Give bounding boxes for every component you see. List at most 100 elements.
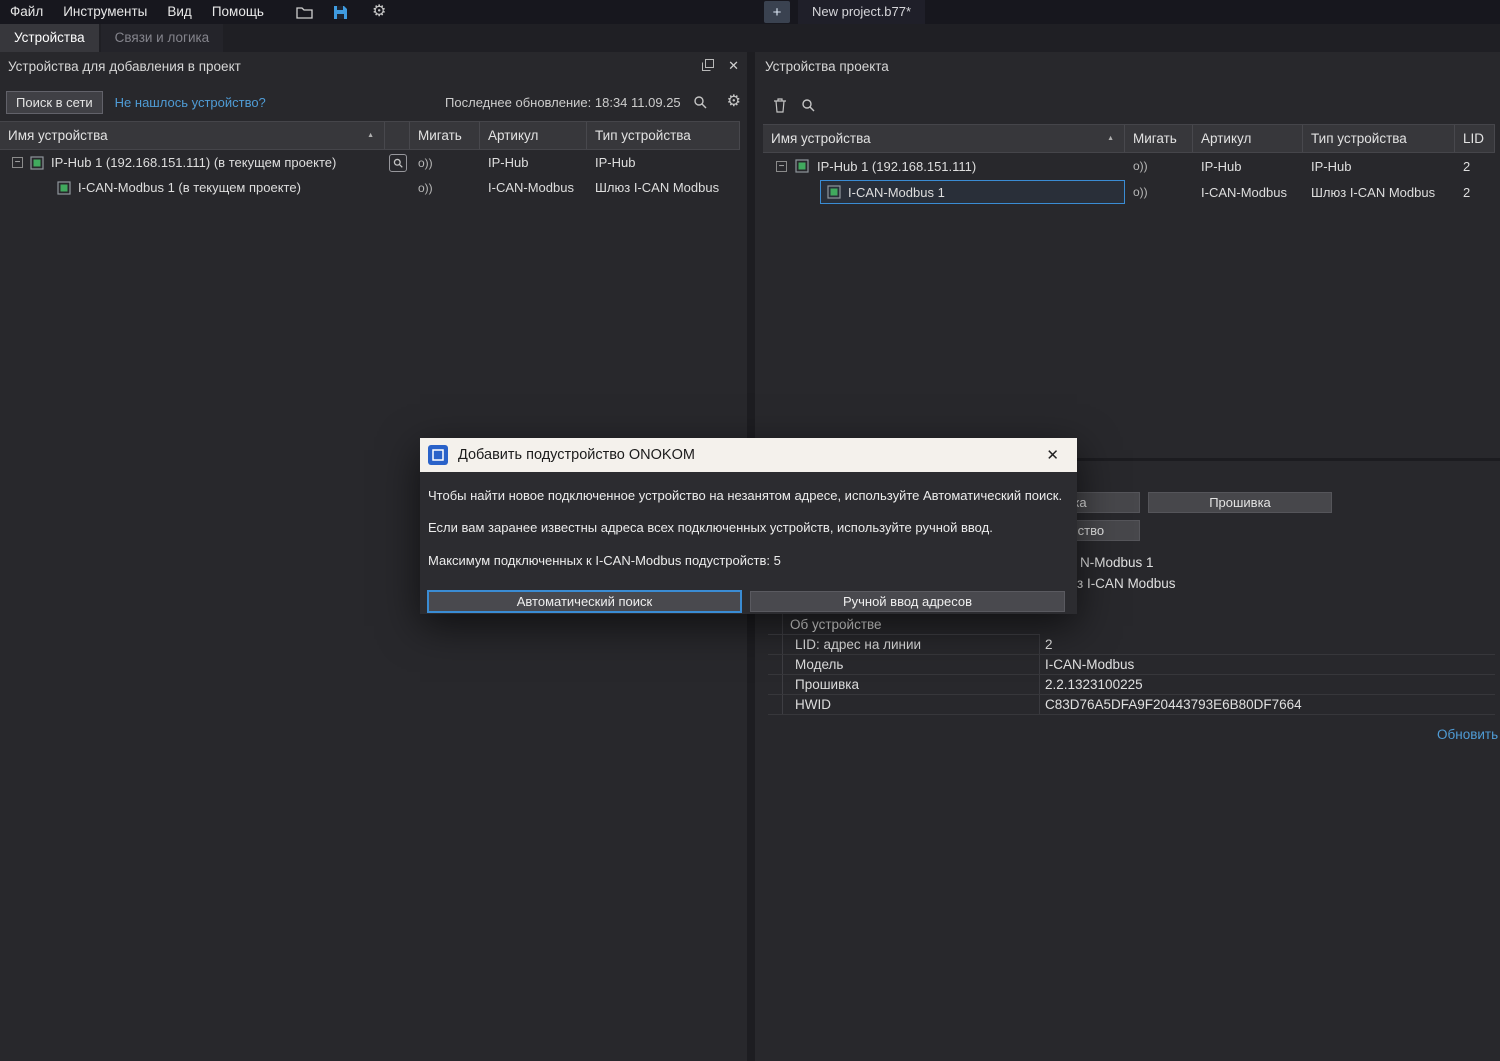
save-icon[interactable] [333, 5, 348, 20]
table-row[interactable]: I-CAN-Modbus 1 (в текущем проекте) о)) I… [0, 175, 740, 200]
dialog-body: Чтобы найти новое подключенное устройств… [420, 472, 1077, 614]
devices-to-add-table: Имя устройства ▲ Мигать Артикул Тип устр… [0, 121, 740, 200]
device-type: Шлюз I-CAN Modbus [595, 180, 719, 195]
property-value: C83D76A5DFA9F20443793E6B80DF7664 [1040, 695, 1495, 714]
table-row[interactable]: − IP-Hub 1 (192.168.151.111) (в текущем … [0, 150, 740, 175]
sort-asc-icon: ▲ [1107, 135, 1114, 142]
project-tab[interactable]: New project.b77* [798, 0, 925, 24]
refresh-link[interactable]: Обновить [1437, 727, 1498, 742]
device-icon [827, 185, 841, 199]
search-icon[interactable] [801, 98, 815, 112]
column-header-lid[interactable]: LID [1455, 125, 1495, 152]
add-subdevice-dialog: Добавить подустройство ONOKOM ✕ Чтобы на… [420, 438, 1077, 614]
open-folder-icon[interactable] [296, 6, 313, 19]
close-panel-icon[interactable]: ✕ [728, 58, 739, 74]
last-update-text: Последнее обновление: 18:34 11.09.25 [445, 95, 681, 110]
firmware-button[interactable]: Прошивка [1148, 492, 1332, 513]
property-row: Модель I-CAN-Modbus [768, 655, 1495, 675]
device-article: IP-Hub [488, 155, 528, 170]
delete-device-icon[interactable] [773, 98, 787, 113]
selected-device-name-text: N-Modbus 1 [1080, 555, 1154, 570]
dialog-text-line: Чтобы найти новое подключенное устройств… [428, 488, 1062, 503]
column-header-type[interactable]: Тип устройства [1303, 125, 1455, 152]
column-header-name[interactable]: Имя устройства ▲ [0, 122, 385, 149]
table-settings-gear-icon[interactable]: ⚙ [727, 94, 741, 110]
device-lid: 2 [1463, 159, 1470, 174]
table-row[interactable]: − IP-Hub 1 (192.168.151.111) о)) IP-Hub … [763, 153, 1495, 179]
menu-tools[interactable]: Инструменты [53, 0, 157, 24]
blink-icon[interactable]: о)) [1133, 159, 1148, 173]
dialog-title-bar[interactable]: Добавить подустройство ONOKOM ✕ [420, 438, 1077, 472]
device-article: I-CAN-Modbus [1201, 185, 1287, 200]
search-icon[interactable] [693, 95, 707, 109]
dialog-text-line: Максимум подключенных к I-CAN-Modbus под… [428, 553, 781, 568]
left-panel-header: Устройства для добавления в проект ✕ [0, 52, 747, 80]
property-label: LID: адрес на линии [768, 635, 1040, 654]
app-logo-icon [428, 445, 448, 465]
column-header-name-label: Имя устройства [8, 128, 108, 143]
menu-bar: Файл Инструменты Вид Помощь ⚙ + New proj… [0, 0, 1500, 24]
column-header-type-label: Тип устройства [595, 128, 691, 143]
column-header-article-label: Артикул [1201, 131, 1251, 146]
right-panel-title: Устройства проекта [765, 59, 889, 74]
menu-view[interactable]: Вид [157, 0, 201, 24]
device-not-found-link[interactable]: Не нашлось устройство? [115, 95, 266, 110]
property-value: I-CAN-Modbus [1040, 655, 1495, 674]
property-row: LID: адрес на линии 2 [768, 635, 1495, 655]
column-header-article-label: Артикул [488, 128, 538, 143]
collapse-expander-icon[interactable]: − [776, 161, 787, 172]
device-name: IP-Hub 1 (192.168.151.111) [817, 159, 976, 174]
property-value: 2.2.1323100225 [1040, 675, 1495, 694]
menu-help[interactable]: Помощь [202, 0, 274, 24]
device-type: IP-Hub [595, 155, 635, 170]
device-article: I-CAN-Modbus [488, 180, 574, 195]
collapse-expander-icon[interactable]: − [12, 157, 23, 168]
dialog-close-icon[interactable]: ✕ [1036, 446, 1069, 464]
auto-search-button[interactable]: Автоматический поиск [428, 591, 741, 612]
property-label: Модель [768, 655, 1040, 674]
column-header-blink[interactable]: Мигать [410, 122, 480, 149]
device-icon [30, 156, 44, 170]
column-header-article[interactable]: Артикул [480, 122, 587, 149]
column-header-article[interactable]: Артикул [1193, 125, 1303, 152]
column-header-type-label: Тип устройства [1311, 131, 1407, 146]
left-panel-title: Устройства для добавления в проект [8, 59, 241, 74]
property-row: Прошивка 2.2.1323100225 [768, 675, 1495, 695]
about-device-header[interactable]: Об устройстве [768, 613, 1040, 635]
float-panel-icon[interactable] [702, 59, 714, 74]
blink-icon[interactable]: о)) [418, 181, 433, 195]
settings-gear-icon[interactable]: ⚙ [372, 4, 386, 20]
project-devices-table: Имя устройства ▲ Мигать Артикул Тип устр… [763, 124, 1495, 205]
column-header-type[interactable]: Тип устройства [587, 122, 740, 149]
dialog-title: Добавить подустройство ONOKOM [458, 447, 695, 463]
column-header-actions[interactable] [385, 122, 410, 149]
device-name: I-CAN-Modbus 1 [848, 185, 945, 200]
left-panel-toolbar: Поиск в сети Не нашлось устройство? Посл… [0, 88, 747, 116]
selected-device-type-text: з I-CAN Modbus [1077, 576, 1175, 591]
manual-address-input-button[interactable]: Ручной ввод адресов [750, 591, 1065, 612]
network-search-button[interactable]: Поиск в сети [6, 91, 103, 114]
device-icon [795, 159, 809, 173]
blink-icon[interactable]: о)) [1133, 185, 1148, 199]
sort-asc-icon: ▲ [367, 132, 374, 139]
identify-device-icon[interactable] [389, 154, 407, 172]
selected-device-box[interactable]: I-CAN-Modbus 1 [820, 180, 1125, 204]
add-project-tab-button[interactable]: + [764, 1, 790, 23]
right-panel-toolbar [755, 90, 1500, 120]
device-name: IP-Hub 1 (192.168.151.111) (в текущем пр… [51, 155, 336, 170]
column-header-name-label: Имя устройства [771, 131, 871, 146]
device-type: Шлюз I-CAN Modbus [1311, 185, 1435, 200]
column-header-blink[interactable]: Мигать [1125, 125, 1193, 152]
tab-links-logic[interactable]: Связи и логика [101, 24, 224, 52]
device-article: IP-Hub [1201, 159, 1241, 174]
table-row-selected[interactable]: I-CAN-Modbus 1 о)) I-CAN-Modbus Шлюз I-C… [763, 179, 1495, 205]
device-name: I-CAN-Modbus 1 (в текущем проекте) [78, 180, 301, 195]
blink-icon[interactable]: о)) [418, 156, 433, 170]
device-lid: 2 [1463, 185, 1470, 200]
column-header-name[interactable]: Имя устройства ▲ [763, 125, 1125, 152]
menu-file[interactable]: Файл [0, 0, 53, 24]
main-tab-bar: Устройства Связи и логика [0, 24, 1500, 52]
right-panel-header: Устройства проекта [755, 52, 1500, 80]
tab-devices[interactable]: Устройства [0, 24, 99, 52]
app-window: Файл Инструменты Вид Помощь ⚙ + New proj… [0, 0, 1500, 1061]
